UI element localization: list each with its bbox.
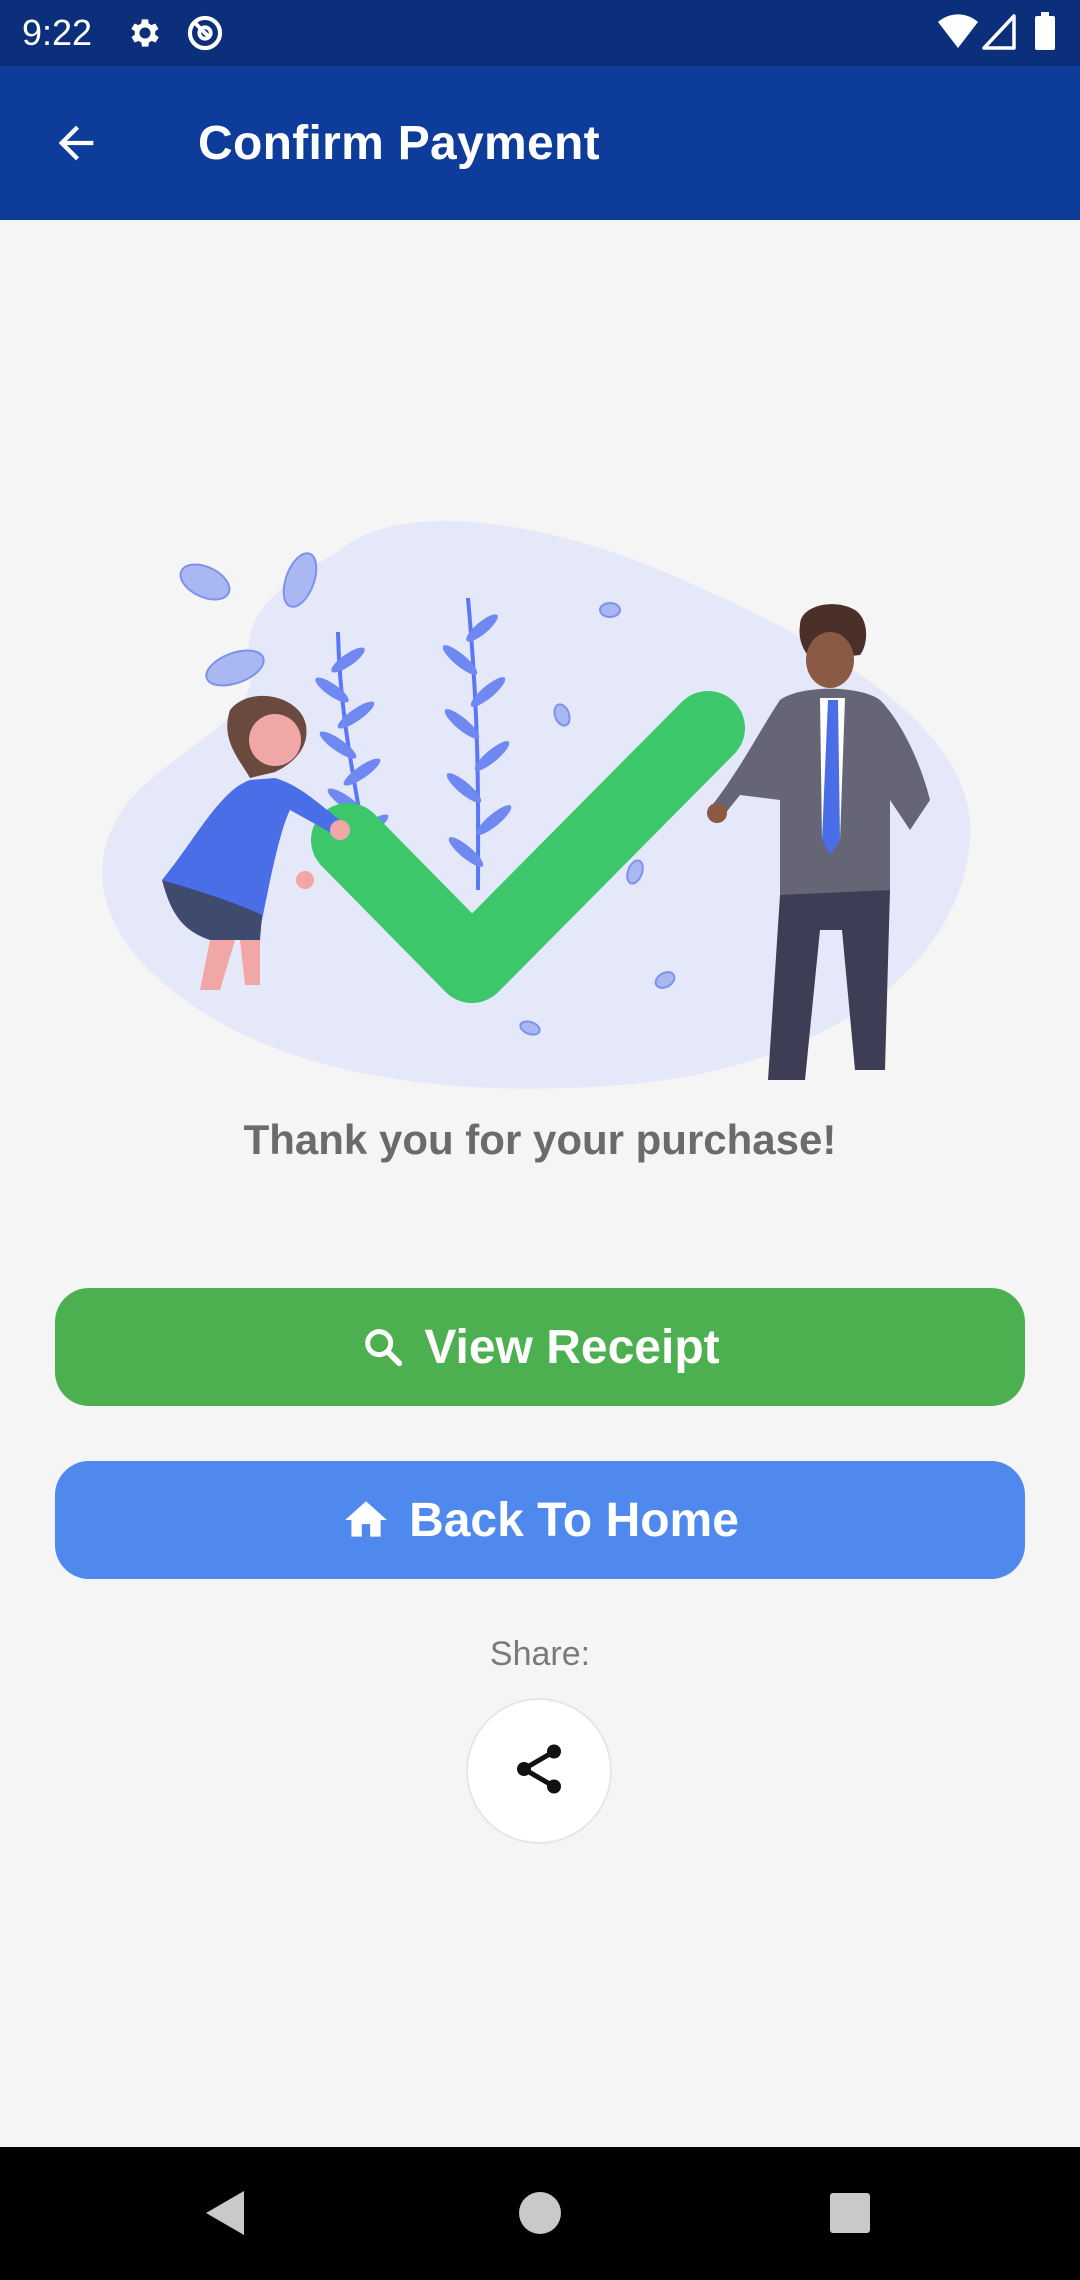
wifi-icon [938, 14, 978, 55]
recents-square-icon [820, 2193, 880, 2247]
app-bar: Confirm Payment [0, 66, 1080, 220]
back-triangle-icon [196, 2191, 256, 2247]
share-button[interactable] [466, 1698, 612, 1844]
back-button[interactable] [40, 109, 112, 181]
status-time: 9:22 [22, 12, 93, 53]
share-icon [509, 1739, 569, 1804]
payment-success-illustration [100, 510, 980, 1100]
confirm-payment-screen: 9:22 Confirm Payment Thank you for your … [0, 0, 1080, 2280]
nav-recents-button[interactable] [820, 2183, 880, 2243]
view-receipt-label: View Receipt [424, 1320, 720, 1374]
page-title: Confirm Payment [198, 117, 600, 170]
battery-icon [1034, 12, 1056, 57]
nav-home-button[interactable] [510, 2183, 570, 2243]
search-icon [360, 1324, 406, 1370]
settings-icon [126, 14, 164, 52]
nav-back-button[interactable] [196, 2183, 256, 2243]
system-nav-bar [0, 2147, 1080, 2280]
back-to-home-label: Back To Home [409, 1493, 739, 1547]
thank-you-message: Thank you for your purchase! [243, 1116, 837, 1163]
back-to-home-button[interactable]: Back To Home [55, 1461, 1025, 1579]
status-bar: 9:22 [0, 0, 1080, 66]
share-label: Share: [489, 1635, 591, 1673]
home-circle-icon [510, 2192, 570, 2247]
home-icon [341, 1495, 391, 1545]
view-receipt-button[interactable]: View Receipt [55, 1288, 1025, 1406]
signal-icon [982, 14, 1016, 55]
at-sign-icon [186, 14, 224, 52]
arrow-left-icon [50, 117, 102, 174]
